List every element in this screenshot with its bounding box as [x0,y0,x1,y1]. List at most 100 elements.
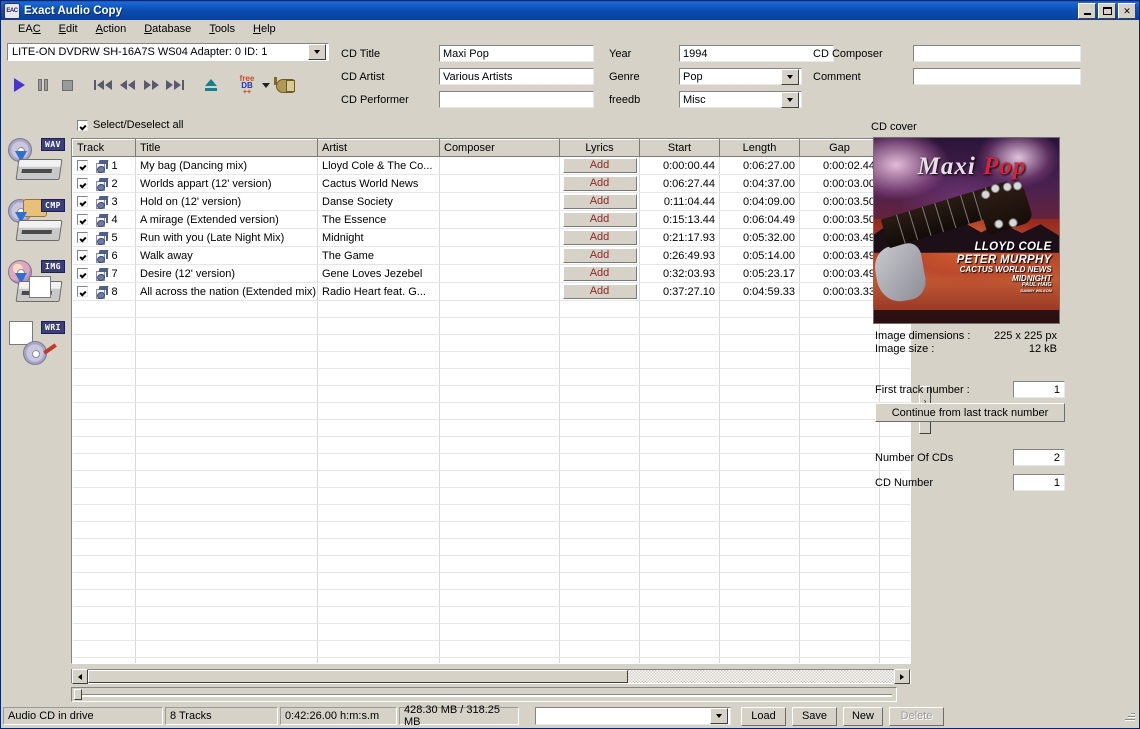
cell-start[interactable]: 0:21:17.93 [640,229,720,247]
track-checkbox[interactable] [77,250,88,261]
drive-selector[interactable]: LITE-ON DVDRW SH-16A7S WS04 Adapter: 0 I… [7,43,329,61]
add-lyrics-button[interactable]: Add [563,284,637,299]
cell-lyrics[interactable]: Add [560,247,640,265]
cell-composer[interactable] [440,265,560,283]
cd-performer-input[interactable] [439,91,594,108]
add-lyrics-button[interactable]: Add [563,158,637,173]
add-lyrics-button[interactable]: Add [563,194,637,209]
cell-composer[interactable] [440,211,560,229]
pause-button[interactable] [31,72,55,98]
column-header-length[interactable]: Length [720,140,800,157]
play-button[interactable] [7,72,31,98]
cell-artist[interactable]: Lloyd Cole & The Co... [318,157,440,175]
cell-track[interactable]: 5 [73,229,136,247]
cell-composer[interactable] [440,247,560,265]
add-lyrics-button[interactable]: Add [563,212,637,227]
track-checkbox[interactable] [77,214,88,225]
table-row[interactable]: 5Run with you (Late Night Mix)MidnightAd… [73,229,912,247]
track-checkbox[interactable] [77,268,88,279]
first-track-button[interactable] [91,72,115,98]
cell-gap[interactable]: 0:00:03.49 [800,229,880,247]
cell-gap[interactable]: 0:00:03.00 [800,175,880,193]
continue-from-last-track-button[interactable]: Continue from last track number [875,403,1065,422]
column-header-gap[interactable]: Gap [800,140,880,157]
cell-title[interactable]: Desire (12' version) [136,265,318,283]
cell-title[interactable]: A mirage (Extended version) [136,211,318,229]
freedb-genre-dropdown-button[interactable] [781,92,799,108]
save-button[interactable]: Save [792,707,837,726]
sidebar-copy-compressed[interactable]: CMP [7,199,63,245]
scroll-right-button[interactable] [894,669,910,684]
cell-start[interactable]: 0:26:49.93 [640,247,720,265]
cell-start[interactable]: 0:15:13.44 [640,211,720,229]
track-checkbox[interactable] [77,232,88,243]
cell-start[interactable]: 0:11:04.44 [640,193,720,211]
drive-dropdown-button[interactable] [308,44,326,60]
cd-title-input[interactable] [439,45,594,62]
cell-artist[interactable]: The Game [318,247,440,265]
cell-lyrics[interactable]: Add [560,211,640,229]
cell-artist[interactable]: The Essence [318,211,440,229]
cell-artist[interactable]: Cactus World News [318,175,440,193]
genre-select[interactable]: Pop [679,68,802,85]
table-row[interactable]: 1My bag (Dancing mix)Lloyd Cole & The Co… [73,157,912,175]
cell-track[interactable]: 2 [73,175,136,193]
cell-lyrics[interactable]: Add [560,265,640,283]
select-all-checkbox[interactable] [77,120,88,131]
forward-button[interactable] [139,72,163,98]
cell-lyrics[interactable]: Add [560,229,640,247]
cell-length[interactable]: 0:06:27.00 [720,157,800,175]
cd-number-input[interactable] [1013,474,1065,491]
cell-artist[interactable]: Midnight [318,229,440,247]
freedb-genre-select[interactable]: Misc [679,91,802,108]
column-header-title[interactable]: Title [136,140,318,157]
add-lyrics-button[interactable]: Add [563,230,637,245]
track-checkbox[interactable] [77,196,88,207]
cell-length[interactable]: 0:04:09.00 [720,193,800,211]
load-button[interactable]: Load [741,707,786,726]
cell-start[interactable]: 0:37:27.10 [640,283,720,301]
mailbox-button[interactable] [273,72,297,98]
cell-gap[interactable]: 0:00:03.50 [800,193,880,211]
cell-title[interactable]: My bag (Dancing mix) [136,157,318,175]
slider-handle[interactable] [74,689,82,700]
cell-artist[interactable]: Danse Society [318,193,440,211]
cd-composer-input[interactable] [913,45,1081,62]
cell-title[interactable]: Worlds appart (12' version) [136,175,318,193]
add-lyrics-button[interactable]: Add [563,266,637,281]
menu-database[interactable]: Database [135,21,200,37]
cell-track[interactable]: 6 [73,247,136,265]
cell-track[interactable]: 1 [73,157,136,175]
cell-start[interactable]: 0:32:03.93 [640,265,720,283]
freedb-dropdown-arrow-icon[interactable] [262,83,270,88]
cell-length[interactable]: 0:05:23.17 [720,265,800,283]
comment-input[interactable] [913,68,1081,85]
menu-edit[interactable]: Edit [50,21,87,37]
menu-tools[interactable]: Tools [200,21,244,37]
cd-artist-input[interactable] [439,68,594,85]
rewind-button[interactable] [115,72,139,98]
resize-grip-icon[interactable] [1121,709,1135,723]
cell-length[interactable]: 0:04:37.00 [720,175,800,193]
track-checkbox[interactable] [77,286,88,297]
cell-artist[interactable]: Gene Loves Jezebel [318,265,440,283]
add-lyrics-button[interactable]: Add [563,176,637,191]
column-header-start[interactable]: Start [640,140,720,157]
menu-help[interactable]: Help [244,21,285,37]
maximize-button[interactable] [1098,3,1116,19]
cell-lyrics[interactable]: Add [560,193,640,211]
cell-artist[interactable]: Radio Heart feat. G... [318,283,440,301]
sidebar-copy-image[interactable]: IMG [7,260,63,306]
genre-dropdown-button[interactable] [781,69,799,85]
table-row[interactable]: 6Walk awayThe GameAdd0:26:49.930:05:14.0… [73,247,912,265]
delete-button[interactable]: Delete [889,707,944,726]
tracklist-horizontal-scrollbar[interactable] [71,669,911,684]
cell-track[interactable]: 3 [73,193,136,211]
stop-button[interactable] [55,72,79,98]
eject-button[interactable] [199,72,223,98]
cell-length[interactable]: 0:05:14.00 [720,247,800,265]
cell-length[interactable]: 0:04:59.33 [720,283,800,301]
new-button[interactable]: New [843,707,883,726]
minimize-button[interactable] [1078,3,1096,19]
cell-track[interactable]: 8 [73,283,136,301]
